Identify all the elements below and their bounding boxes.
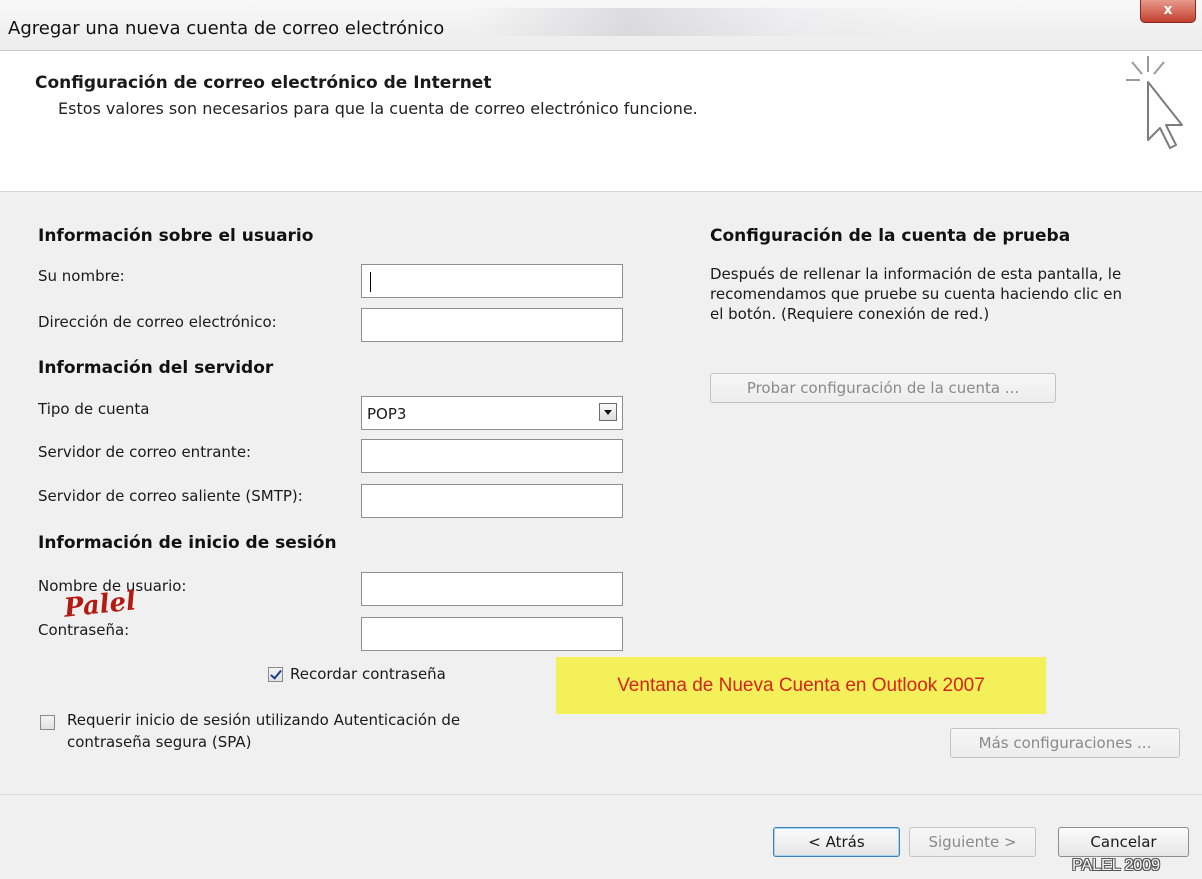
next-button[interactable]: Siguiente > — [909, 827, 1036, 857]
name-input[interactable] — [361, 264, 623, 298]
login-info-section-title: Información de inicio de sesión — [38, 533, 337, 553]
header-subtitle: Estos valores son necesarios para que la… — [58, 99, 698, 118]
email-label: Dirección de correo electrónico: — [38, 313, 277, 331]
incoming-server-label: Servidor de correo entrante: — [38, 443, 252, 461]
password-label: Contraseña: — [38, 621, 130, 639]
password-input[interactable] — [361, 617, 623, 651]
outgoing-server-input[interactable] — [361, 484, 623, 518]
title-bar: Agregar una nueva cuenta de correo elect… — [0, 0, 1202, 51]
outgoing-server-label: Servidor de correo saliente (SMTP): — [38, 487, 303, 505]
spa-checkbox[interactable] — [40, 715, 55, 730]
incoming-server-input[interactable] — [361, 439, 623, 473]
test-account-settings-button[interactable]: Probar configuración de la cuenta ... — [710, 373, 1056, 403]
account-type-value: POP3 — [367, 405, 407, 423]
chevron-down-icon[interactable] — [599, 403, 617, 421]
cancel-button[interactable]: Cancelar — [1058, 827, 1189, 857]
text-caret — [370, 272, 371, 292]
palel-signature: Palel — [62, 586, 138, 624]
window-title: Agregar una nueva cuenta de correo elect… — [8, 18, 445, 39]
name-label: Su nombre: — [38, 267, 125, 285]
title-bar-background-blur — [470, 8, 950, 36]
spa-label-line2: contraseña segura (SPA) — [67, 733, 252, 751]
account-type-select[interactable]: POP3 — [361, 396, 623, 430]
dialog-header: Configuración de correo electrónico de I… — [0, 51, 1202, 192]
remember-password-checkbox[interactable] — [268, 667, 283, 682]
account-type-label: Tipo de cuenta — [38, 400, 150, 418]
user-info-section-title: Información sobre el usuario — [38, 226, 314, 246]
test-config-description-line2: recomendamos que pruebe su cuenta hacien… — [710, 285, 1122, 303]
email-input[interactable] — [361, 308, 623, 342]
back-button[interactable]: < Atrás — [773, 827, 900, 857]
wizard-cursor-icon — [1126, 56, 1183, 149]
spa-label-line1: Requerir inicio de sesión utilizando Aut… — [67, 711, 461, 729]
more-settings-button[interactable]: Más configuraciones ... — [950, 728, 1180, 758]
close-button[interactable]: x — [1140, 0, 1196, 23]
server-info-section-title: Información del servidor — [38, 358, 274, 378]
footer-separator — [0, 794, 1202, 795]
annotation-note: Ventana de Nueva Cuenta en Outlook 2007 — [556, 657, 1046, 714]
test-config-description-line1: Después de rellenar la información de es… — [710, 265, 1122, 283]
remember-password-label: Recordar contraseña — [290, 665, 446, 683]
username-input[interactable] — [361, 572, 623, 606]
watermark: PALEL 2009 — [1072, 857, 1161, 874]
test-config-description-line3: el botón. (Requiere conexión de red.) — [710, 305, 990, 323]
header-title: Configuración de correo electrónico de I… — [35, 73, 492, 93]
test-config-section-title: Configuración de la cuenta de prueba — [710, 226, 1071, 246]
